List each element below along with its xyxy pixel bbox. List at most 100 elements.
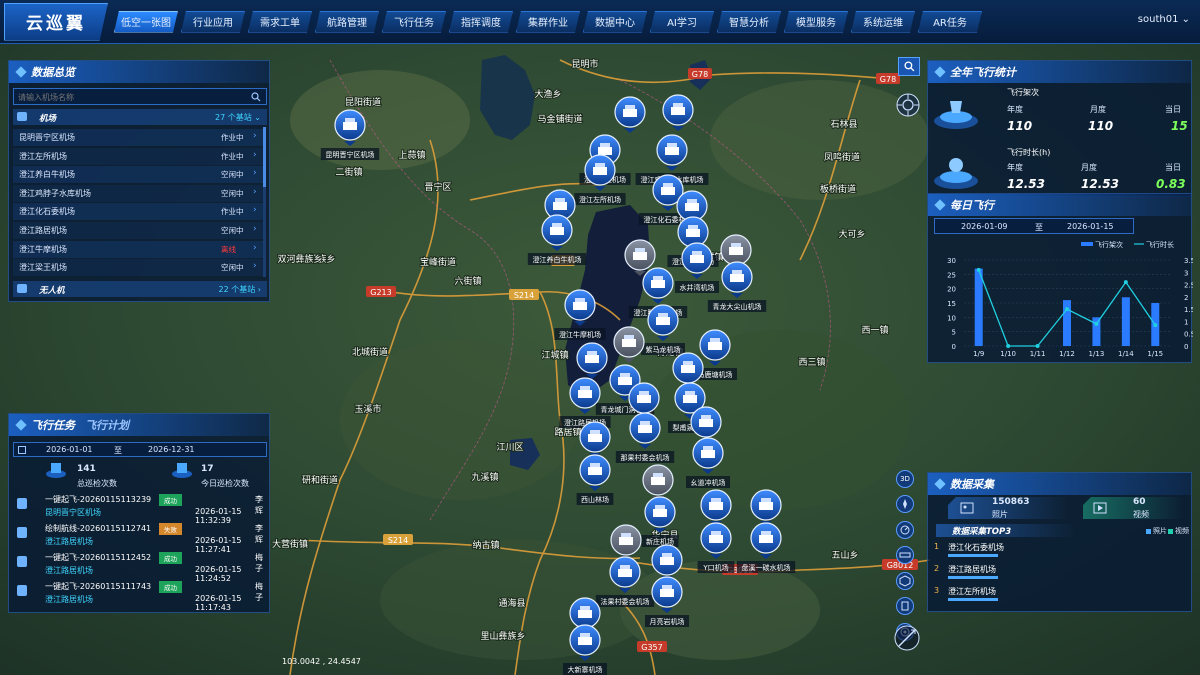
- video-icon: [1093, 502, 1107, 514]
- task-list-item[interactable]: 一键起飞-20260115112452 成功 梅子 澄江路居机场 2026-01-15 …: [13, 550, 267, 583]
- chevron-right-icon: ›: [253, 224, 257, 234]
- chevron-right-icon: ›: [253, 261, 257, 272]
- scrollbar-thumb[interactable]: [263, 127, 266, 187]
- nav-tab-2[interactable]: 需求工单: [248, 11, 312, 33]
- bar-mark: [974, 268, 983, 346]
- drone-dock-icon: [759, 531, 773, 543]
- top3-item[interactable]: 3 澄江左所机场: [932, 585, 1182, 605]
- drone-dock-icon: [578, 606, 592, 618]
- airport-category[interactable]: 机场 27 个基站 ⌄: [13, 109, 267, 125]
- tab-flight-task[interactable]: 飞行任务: [31, 417, 75, 433]
- airport-category-icon: [17, 112, 27, 121]
- airport-list-item[interactable]: 昆明晋宁区机场 作业中 ›: [13, 129, 263, 146]
- top3-rank: 3: [934, 586, 940, 595]
- airport-name: 澄江鸡脖子水库机场: [19, 188, 91, 198]
- road-label: G357: [641, 643, 662, 652]
- app-logo: 云巡翼: [4, 2, 108, 41]
- airport-marker-label: 那果村委会机场: [621, 453, 670, 462]
- drone-dock-icon: [638, 421, 652, 433]
- today-inspect-icon: [172, 463, 192, 478]
- airport-marker-label: 昆明晋宁区机场: [326, 150, 375, 159]
- nav-tab-9[interactable]: 智慧分析: [717, 11, 781, 33]
- drone-dock-icon: [708, 338, 722, 350]
- layers-button[interactable]: [896, 597, 914, 615]
- town-label: 六街镇: [454, 275, 481, 287]
- drone-dock-icon: [681, 361, 695, 373]
- airport-search: [13, 88, 267, 105]
- road-shield: G78: [688, 68, 712, 79]
- airport-status: 作业中: [221, 207, 244, 217]
- airport-list-item[interactable]: 澄江化石委机场 作业中 ›: [13, 203, 263, 221]
- task-status-badge: 成功: [159, 494, 182, 506]
- legend-line-label: 飞行时长: [1146, 240, 1174, 249]
- top3-name: 澄江化石委机场: [948, 543, 1004, 552]
- north-arrow-button[interactable]: [893, 624, 921, 652]
- ruler-button[interactable]: [896, 546, 914, 564]
- cube-button[interactable]: [896, 572, 914, 590]
- nav-tab-5[interactable]: 指挥调度: [449, 11, 513, 33]
- town-label: 昆阳街道: [345, 96, 381, 108]
- airport-search-input[interactable]: [18, 91, 238, 103]
- task-date-range[interactable]: 2026-01-01 至 2026-12-31: [13, 442, 267, 457]
- top3-title-text: 数据采集TOP3: [952, 527, 1012, 537]
- nav-tab-3[interactable]: 航路管理: [315, 11, 379, 33]
- list-scrollbar[interactable]: [263, 127, 266, 277]
- task-name: 绘制航线-20260115112741: [45, 524, 152, 533]
- nav-tab-1[interactable]: 行业应用: [181, 11, 245, 33]
- user-menu[interactable]: south01 ⌄: [1138, 14, 1190, 25]
- nav-tab-7[interactable]: 数据中心: [583, 11, 647, 33]
- road-label: S214: [388, 536, 408, 545]
- drone-dock-icon: [686, 225, 700, 237]
- town-label: 五山乡: [831, 550, 858, 561]
- tool-3d-button[interactable]: 3D: [896, 470, 914, 488]
- town-label: 研和街道: [302, 474, 338, 486]
- locate-button[interactable]: [895, 92, 921, 118]
- photo-icon: [960, 502, 974, 514]
- map-search-button[interactable]: [898, 57, 920, 76]
- drone-dock-icon: [578, 633, 592, 645]
- search-icon[interactable]: [251, 92, 261, 102]
- drone-dock-icon: [593, 163, 607, 175]
- top3-rank: 1: [934, 542, 940, 551]
- top3-title: 数据采集TOP3: [936, 524, 1076, 537]
- airport-list-item[interactable]: 澄江梁王机场 空闲中 ›: [13, 259, 263, 277]
- legend-video-label: 视频: [1175, 527, 1189, 535]
- search-icon: [903, 61, 914, 72]
- tab-flight-plan[interactable]: 飞行计划: [85, 417, 129, 433]
- rotate-button[interactable]: [896, 521, 914, 539]
- top3-name: 澄江路居机场: [948, 565, 996, 574]
- top3-item[interactable]: 1 澄江化石委机场: [932, 541, 1182, 561]
- task-list-item[interactable]: 绘制航线-20260115112741 失败 李辉 澄江路居机场 2026-01-15 …: [13, 521, 267, 554]
- line-point: [1153, 323, 1158, 328]
- airport-list-item[interactable]: 澄江鸡脖子水库机场 空闲中 ›: [13, 184, 263, 202]
- compass-button[interactable]: [896, 495, 914, 513]
- town-label: 昆明市: [571, 58, 598, 70]
- airport-marker-label: 月亮岩机场: [650, 617, 685, 626]
- nav-tab-4[interactable]: 飞行任务: [382, 11, 446, 33]
- nav-tab-6[interactable]: 集群作业: [516, 11, 580, 33]
- airport-list-item[interactable]: 澄江养白牛机场 空闲中 ›: [13, 166, 263, 184]
- daily-date-from: 2026-01-09: [961, 222, 1008, 231]
- nav-tab-8[interactable]: AI学习: [650, 11, 714, 33]
- town-label: 通海县: [498, 597, 525, 609]
- drone-dock-icon: [665, 143, 679, 155]
- task-list-item[interactable]: 一键起飞-20260115111743 成功 梅子 澄江路居机场 2026-01-15 …: [13, 579, 267, 612]
- drone-dock-icon: [619, 533, 633, 545]
- drone-category[interactable]: 无人机 22 个基站 ›: [13, 281, 267, 297]
- airport-name: 澄江梁王机场: [19, 263, 67, 273]
- task-panel: 飞行任务 飞行计划 2026-01-01 至 2026-12-31 141 总巡…: [8, 413, 270, 613]
- nav-tab-0[interactable]: 低空一张图: [114, 11, 178, 33]
- nav-tab-12[interactable]: AR任务: [918, 11, 982, 33]
- app-root: G78G78S27S214G213S214G8012G357G8012 昆明市大…: [0, 0, 1200, 675]
- task-list-item[interactable]: 一键起飞-20260115113239 成功 李辉 昆明晋宁区机场 2026-01-15…: [13, 492, 267, 525]
- airport-list-item[interactable]: 澄江左所机场 作业中 ›: [13, 147, 263, 165]
- annual-title: 全年飞行统计: [928, 61, 1191, 83]
- daily-date-range[interactable]: 2026-01-09 至 2026-01-15: [934, 218, 1134, 234]
- nav-tab-11[interactable]: 系统运维: [851, 11, 915, 33]
- top3-item[interactable]: 2 澄江路居机场: [932, 563, 1182, 583]
- nav-tab-10[interactable]: 模型服务: [784, 11, 848, 33]
- airport-list-item[interactable]: 澄江牛摩机场 离线 ›: [13, 240, 263, 258]
- airport-list-item[interactable]: 澄江路居机场 空闲中 ›: [13, 222, 263, 239]
- drone-dock-icon: [759, 498, 773, 510]
- chevron-right-icon: ›: [253, 149, 257, 160]
